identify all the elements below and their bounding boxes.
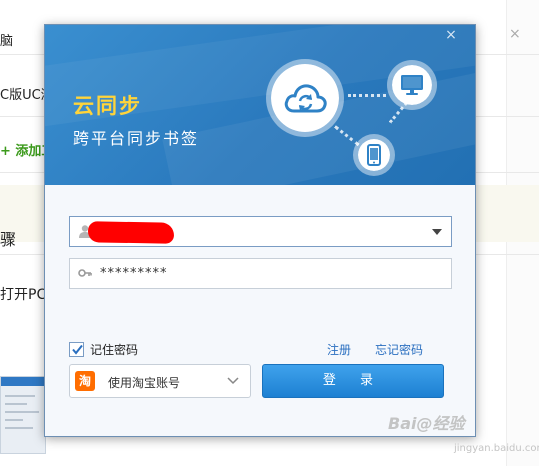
login-button[interactable]: 登 录 (262, 364, 444, 398)
banner-subtitle: 跨平台同步书签 (73, 129, 200, 148)
monitor-icon (387, 60, 437, 110)
background-row-open: 打开PC (0, 287, 47, 303)
register-link[interactable]: 注册 (327, 341, 351, 358)
banner: × 云同步 跨平台同步书签 (45, 25, 475, 185)
forgot-password-link[interactable]: 忘记密码 (375, 341, 423, 358)
close-icon[interactable]: × (443, 27, 459, 43)
remember-label: 记住密码 (90, 342, 139, 357)
username-field[interactable] (69, 216, 452, 247)
banner-title: 云同步 (73, 94, 142, 118)
background-thumbnail (0, 376, 46, 454)
background-row-1: 脑 (0, 34, 14, 49)
baidu-watermark-url: jingyan.baidu.com (454, 443, 539, 454)
password-value: ********* (100, 266, 168, 281)
taobao-account-select[interactable]: 淘 使用淘宝账号 (69, 364, 251, 398)
cloud-sync-icon (266, 59, 344, 137)
taobao-label: 使用淘宝账号 (108, 376, 181, 390)
redacted-username (87, 221, 175, 244)
background-row-steps: 骤 (0, 230, 17, 249)
chevron-down-icon (227, 377, 239, 385)
background-close-icon: × (509, 26, 521, 42)
dropdown-arrow-icon[interactable] (432, 229, 442, 235)
baidu-watermark: Bai@经验 (388, 414, 465, 433)
checkmark-icon (72, 344, 83, 355)
connector-line (348, 94, 386, 97)
remember-password[interactable]: 记住密码 (69, 340, 138, 358)
key-icon (78, 269, 92, 277)
cloud-sync-dialog: × 云同步 跨平台同步书签 ********* 记住密码 注册 忘记密码 淘 使… (44, 24, 476, 437)
phone-icon (353, 134, 395, 176)
remember-checkbox[interactable] (69, 341, 84, 357)
taobao-logo-icon: 淘 (75, 371, 95, 391)
password-field[interactable]: ********* (69, 258, 452, 289)
